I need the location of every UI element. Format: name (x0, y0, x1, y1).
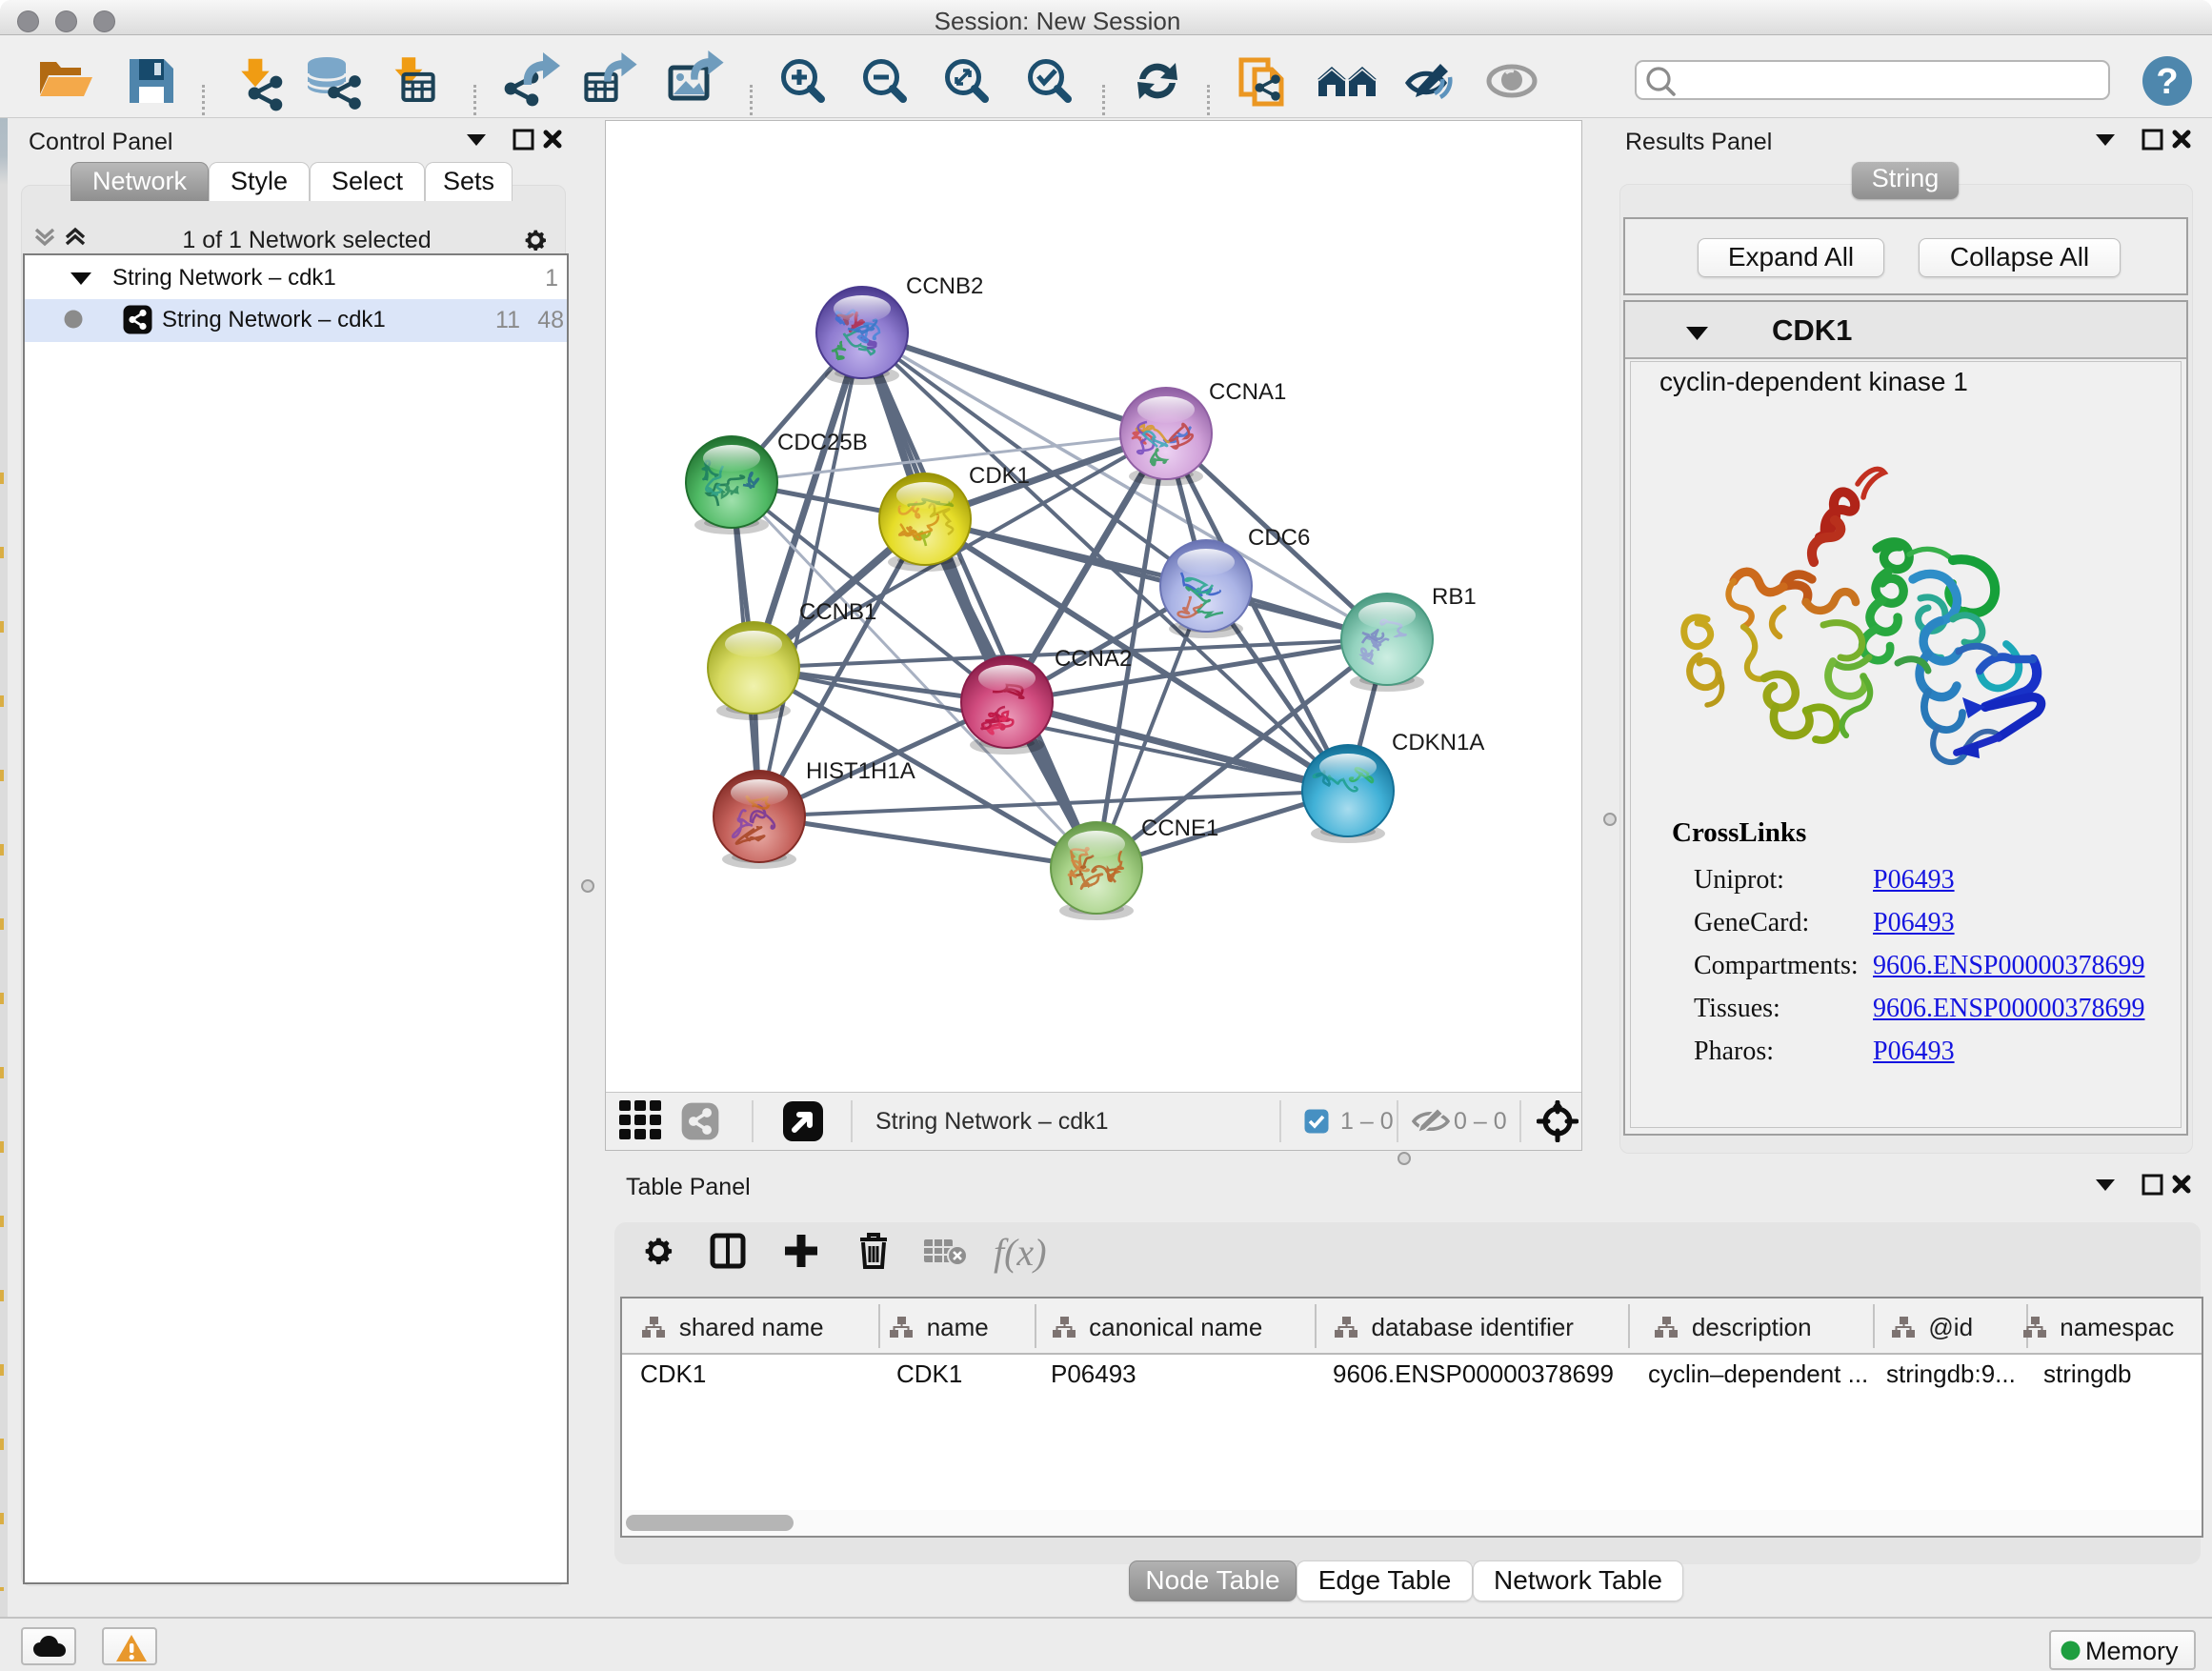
svg-text:HIST1H1A: HIST1H1A (806, 758, 915, 784)
svg-text:CCNA2: CCNA2 (1055, 646, 1132, 672)
svg-text:CDKN1A: CDKN1A (1392, 730, 1484, 755)
svg-text:CDK1: CDK1 (969, 463, 1030, 489)
svg-text:CDC6: CDC6 (1248, 525, 1310, 551)
svg-text:CDC25B: CDC25B (777, 430, 868, 455)
svg-text:CCNE1: CCNE1 (1141, 815, 1218, 841)
svg-text:CCNB2: CCNB2 (906, 273, 983, 299)
svg-text:CCNA1: CCNA1 (1209, 379, 1286, 405)
svg-text:?: ? (2156, 62, 2178, 102)
svg-text:CCNB1: CCNB1 (799, 599, 876, 625)
svg-text:RB1: RB1 (1432, 584, 1477, 610)
